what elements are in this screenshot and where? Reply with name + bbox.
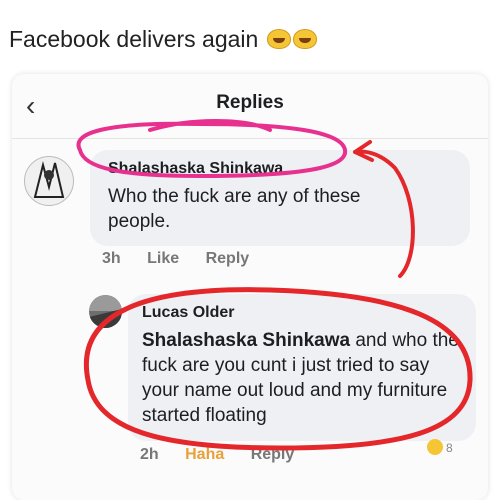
pink-highlight-circle xyxy=(76,119,348,179)
red-arrow xyxy=(353,140,415,278)
red-circle xyxy=(84,287,473,451)
annotation-overlay xyxy=(76,119,473,451)
